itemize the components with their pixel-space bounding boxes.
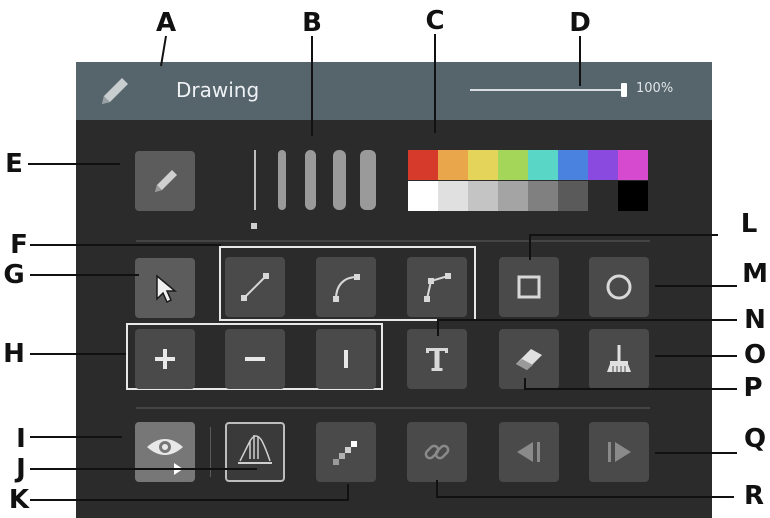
- callout-leader-lines: [28, 34, 737, 501]
